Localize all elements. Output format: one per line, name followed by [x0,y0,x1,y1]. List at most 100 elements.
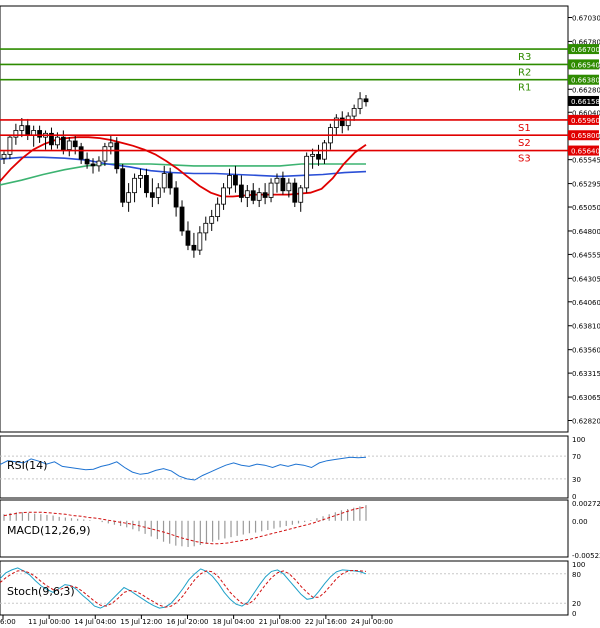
panel-frame [0,435,569,499]
candle-body [138,175,143,179]
level-name-r1: R1 [518,83,531,94]
level-name-r2: R2 [518,67,531,78]
x-tick-label: 14 Jul 04:00 [74,618,116,626]
main-price-panel: 0.670300.667800.665300.662800.660400.657… [0,5,600,433]
x-tick-label: 15 Jul 12:00 [120,618,162,626]
x-tick-label: 6:00 [0,618,16,626]
candle-body [84,158,90,165]
candle-body [197,232,203,251]
x-tick-label: 18 Jul 04:00 [213,618,255,626]
candle-body [167,173,173,189]
candle-body [286,182,292,192]
panel-frame [0,5,569,433]
candle-body [185,230,191,246]
candle-body [179,206,185,232]
y-tick-label: 0.63810 [572,323,600,331]
candle-body [345,115,351,127]
candle-body [72,140,78,148]
candle-body [149,192,155,198]
rsi-label: RSI(14) [7,459,47,472]
rsi-tick-label: 70 [572,453,581,461]
x-tick-label: 24 Jul 00:00 [351,618,393,626]
level-price-label: 0.65800 [571,132,600,140]
level-name-s3: S3 [518,154,531,165]
forex-chart: 0.670300.667800.665300.662800.660400.657… [0,5,600,626]
candle-body [144,175,149,194]
candle-body [25,125,31,136]
panel-frame [0,560,569,616]
candle-body [363,98,369,103]
candle-body [262,192,268,198]
x-tick-label: 21 Jul 08:00 [259,618,301,626]
y-tick-label: 0.63315 [572,370,600,378]
last-price-label: 0.66158 [571,98,600,106]
level-price-label: 0.65960 [571,117,600,125]
stoch-tick-label: 20 [572,600,581,608]
stoch-tick-label: 0 [572,610,576,618]
x-tick-label: 22 Jul 16:00 [305,618,347,626]
macd-label: MACD(12,26,9) [7,524,91,537]
x-tick-label: 16 Jul 20:00 [167,618,209,626]
level-price-label: 0.66540 [571,61,600,69]
y-tick-label: 0.64305 [572,275,600,283]
candle-body [19,125,25,131]
stoch-tick-label: 80 [572,571,581,579]
level-name-s1: S1 [518,123,531,134]
candle-body [132,177,137,194]
candle-body [173,187,179,208]
candle-body [114,142,120,170]
candle-body [66,140,72,150]
candle-body [233,175,238,186]
rsi-panel: 10070300RSI(14) [0,435,585,501]
x-tick-label: 11 Jul 00:00 [28,618,70,626]
rsi-tick-label: 100 [572,436,585,444]
level-name-r3: R3 [518,52,531,63]
macd-panel: 0.00272 0.00 -0.00523 MACD(12,26,9) [0,499,600,560]
candle-body [102,146,108,162]
y-tick-label: 0.64555 [572,251,600,259]
candle-body [310,153,315,157]
candle-body [126,192,132,203]
candle-body [304,155,310,189]
level-price-label: 0.65640 [571,148,600,156]
candle-body [280,177,286,192]
candle-body [250,190,256,201]
candle-body [120,168,126,203]
candle-body [274,177,280,184]
candle-body [292,182,298,203]
y-tick-label: 0.64800 [572,228,600,236]
candle-body [268,182,274,198]
y-tick-label: 0.63065 [572,394,600,402]
macd-tick-label: 0.00 [572,518,588,526]
y-tick-label: 0.66280 [572,86,600,94]
candle-body [351,108,357,117]
y-tick-label: 0.64060 [572,299,600,307]
candle-body [215,203,221,218]
macd-tick-label: -0.00523 [572,552,600,560]
stoch-tick-label: 100 [572,561,585,569]
candle-body [108,142,114,148]
candle-body [191,244,197,251]
candle-body [7,136,13,155]
level-name-s2: S2 [518,138,531,149]
stochastic-panel: 100 80 20 0 Stoch(9,6,3) [0,560,585,618]
candle-body [60,136,66,150]
candle-body [37,130,43,138]
candle-body [298,187,304,203]
candle-body [90,163,96,167]
time-axis: 6:00 11 Jul 00:00 14 Jul 04:00 15 Jul 12:00… [0,615,393,626]
y-tick-label: 0.65295 [572,181,600,189]
candle-body [244,190,250,198]
candle-body [221,187,226,205]
level-price-label: 0.66700 [571,46,600,54]
candle-body [316,153,321,160]
y-tick-label: 0.67030 [572,14,600,22]
candle-body [161,173,167,189]
stoch-label: Stoch(9,6,3) [7,585,75,598]
candle-body [209,216,215,224]
candle-body [203,222,209,234]
candle-body [1,153,7,159]
candle-body [155,187,161,198]
candle-body [78,146,84,160]
candle-body [96,160,102,167]
